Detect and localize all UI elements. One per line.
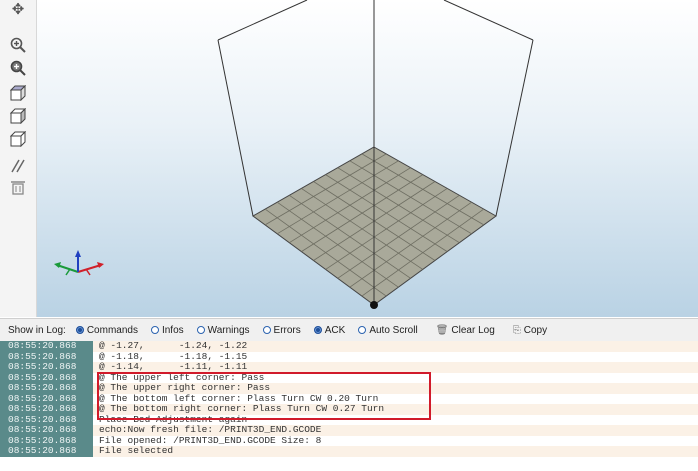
view-front-icon[interactable] [9, 107, 27, 125]
auto-scroll-radio[interactable] [358, 326, 367, 334]
errors-label: Errors [273, 324, 301, 336]
show-in-log-label: Show in Log: [8, 324, 66, 336]
errors-filter[interactable]: Errors [262, 324, 301, 336]
warnings-label: Warnings [207, 324, 250, 336]
slice-icon[interactable] [9, 157, 27, 175]
auto-scroll-toggle[interactable]: Auto Scroll [358, 324, 418, 336]
commands-radio[interactable] [75, 326, 84, 334]
log-timestamp: 08:55:20.868 [0, 424, 93, 436]
commands-filter[interactable]: Commands [75, 324, 138, 336]
warnings-radio[interactable] [196, 326, 205, 334]
log-row: 08:55:20.868 @ -1.14, -1.11, -1.11 [0, 361, 698, 373]
errors-radio[interactable] [262, 326, 271, 334]
auto-scroll-label: Auto Scroll [369, 324, 418, 336]
highlight-box [97, 372, 431, 420]
axis-gizmo [54, 250, 104, 276]
ack-radio[interactable] [313, 326, 322, 334]
copy-button[interactable]: ⎘ Copy [513, 325, 547, 336]
log-timestamp: 08:55:20.868 [0, 341, 93, 352]
commands-label: Commands [86, 324, 138, 336]
log-message: File opened: /PRINT3D_END.GCODE Size: 8 [93, 435, 698, 446]
clear-log-label: Clear Log [451, 324, 495, 336]
zoom-in-icon[interactable] [9, 36, 27, 54]
log-row: 08:55:20.868 @ -1.27, -1.24, -1.22 [0, 341, 698, 352]
view-top-icon[interactable] [9, 130, 27, 148]
trash-icon: 🗑 [435, 324, 449, 336]
log-message: @ -1.27, -1.24, -1.22 [93, 341, 698, 352]
trash-icon[interactable] [9, 178, 27, 196]
log-row: 08:55:20.868 File selected [0, 445, 698, 457]
copy-label: Copy [523, 324, 548, 336]
volume-edge [443, 0, 534, 41]
volume-edge [217, 0, 308, 41]
infos-label: Infos [161, 324, 184, 336]
move-icon[interactable]: ✥ [9, 0, 27, 18]
log-message: echo:Now fresh file: /PRINT3D_END.GCODE [93, 424, 698, 436]
log-timestamp: 08:55:20.868 [0, 382, 93, 394]
origin-marker [370, 301, 378, 309]
ack-filter[interactable]: ACK [313, 324, 346, 336]
volume-edge [217, 39, 254, 217]
log-row: 08:55:20.868 echo:Now fresh file: /PRINT3… [0, 424, 698, 436]
copy-icon: ⎘ [512, 324, 521, 336]
log-timestamp: 08:55:20.868 [0, 361, 93, 373]
log-message: @ -1.14, -1.11, -1.11 [93, 361, 698, 373]
log-timestamp: 08:55:20.868 [0, 403, 93, 415]
infos-filter[interactable]: Infos [150, 324, 184, 336]
view-toolbar: ✥ [0, 0, 37, 317]
view-iso-icon[interactable] [9, 84, 27, 102]
clear-log-button[interactable]: 🗑 Clear Log [436, 325, 495, 336]
volume-edge [495, 39, 534, 217]
ack-label: ACK [324, 324, 346, 336]
zoom-fit-icon[interactable] [9, 59, 27, 77]
3d-viewport[interactable]: ✥ [0, 0, 698, 317]
log-toolbar: Show in Log: Commands Infos Warnings Err… [0, 318, 698, 342]
warnings-filter[interactable]: Warnings [196, 324, 250, 336]
log-timestamp: 08:55:20.868 [0, 445, 93, 457]
scene-svg[interactable] [0, 0, 698, 317]
log-message: File selected [93, 445, 698, 457]
infos-radio[interactable] [150, 326, 159, 334]
